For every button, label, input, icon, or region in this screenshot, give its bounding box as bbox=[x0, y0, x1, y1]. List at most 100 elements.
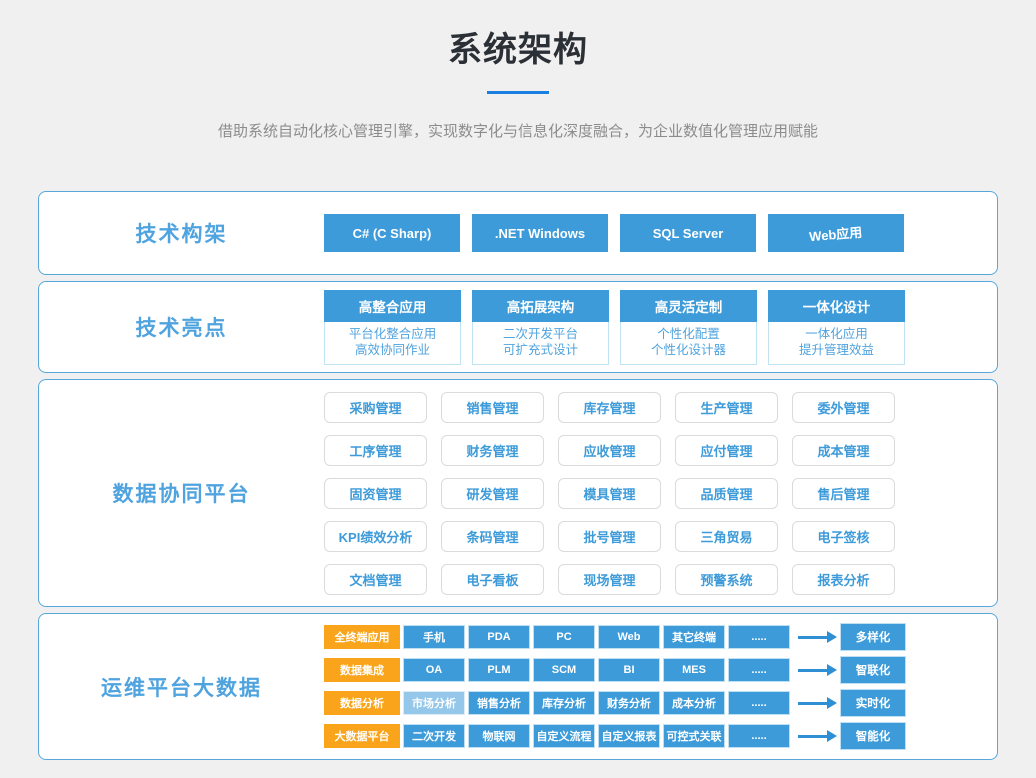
arrow-right-icon bbox=[798, 735, 828, 738]
bigdata-row-tag: 数据集成 bbox=[324, 658, 400, 682]
tech-stack-button-dotnet[interactable]: .NET Windows bbox=[472, 214, 608, 252]
tech-stack-button-sqlserver[interactable]: SQL Server bbox=[620, 214, 756, 252]
module-button[interactable]: 采购管理 bbox=[324, 392, 427, 423]
module-button[interactable]: 委外管理 bbox=[792, 392, 895, 423]
highlight-card-line: 个性化设计器 bbox=[621, 342, 756, 358]
bigdata-chip-ellipsis[interactable]: ..... bbox=[728, 724, 790, 748]
section-tech-stack-label: 技术构架 bbox=[39, 218, 324, 248]
highlight-card-title: 一体化设计 bbox=[768, 290, 905, 322]
module-button[interactable]: 现场管理 bbox=[558, 564, 661, 595]
bigdata-chip-ellipsis[interactable]: ..... bbox=[728, 658, 790, 682]
bigdata-chip[interactable]: 物联网 bbox=[468, 724, 530, 748]
bigdata-chip[interactable]: SCM bbox=[533, 658, 595, 682]
bigdata-chip[interactable]: 市场分析 bbox=[403, 691, 465, 715]
module-button[interactable]: 生产管理 bbox=[675, 392, 778, 423]
module-button[interactable]: 库存管理 bbox=[558, 392, 661, 423]
highlight-card-body: 个性化配置 个性化设计器 bbox=[620, 322, 757, 365]
bigdata-chip[interactable]: BI bbox=[598, 658, 660, 682]
module-button[interactable]: 工序管理 bbox=[324, 435, 427, 466]
bigdata-chip[interactable]: PLM bbox=[468, 658, 530, 682]
module-button[interactable]: 售后管理 bbox=[792, 478, 895, 509]
highlight-card-line: 高效协同作业 bbox=[325, 342, 460, 358]
bigdata-chip[interactable]: 可控式关联 bbox=[663, 724, 725, 748]
module-button[interactable]: 应付管理 bbox=[675, 435, 778, 466]
module-button[interactable]: 品质管理 bbox=[675, 478, 778, 509]
arrow-right-icon bbox=[798, 702, 828, 705]
highlight-card: 高拓展架构 二次开发平台 可扩充式设计 bbox=[472, 290, 609, 365]
highlight-card-title: 高拓展架构 bbox=[472, 290, 609, 322]
bigdata-chip[interactable]: PC bbox=[533, 625, 595, 649]
bigdata-rows: 全终端应用 手机 PDA PC Web 其它终端 ..... 多样化 数据集成 … bbox=[324, 623, 906, 750]
module-button[interactable]: 研发管理 bbox=[441, 478, 544, 509]
title-underline bbox=[487, 91, 549, 94]
highlight-card: 高灵活定制 个性化配置 个性化设计器 bbox=[620, 290, 757, 365]
bigdata-chip[interactable]: 二次开发 bbox=[403, 724, 465, 748]
arrow-right-icon bbox=[798, 636, 828, 639]
bigdata-row-integration: 数据集成 OA PLM SCM BI MES ..... 智联化 bbox=[324, 656, 906, 684]
module-button[interactable]: 应收管理 bbox=[558, 435, 661, 466]
bigdata-row-platform: 大数据平台 二次开发 物联网 自定义流程 自定义报表 可控式关联 ..... 智… bbox=[324, 722, 906, 750]
highlight-card-line: 可扩充式设计 bbox=[473, 342, 608, 358]
bigdata-chip[interactable]: 成本分析 bbox=[663, 691, 725, 715]
module-button[interactable]: 成本管理 bbox=[792, 435, 895, 466]
bigdata-row-terminals: 全终端应用 手机 PDA PC Web 其它终端 ..... 多样化 bbox=[324, 623, 906, 651]
bigdata-result-chip: 智联化 bbox=[840, 656, 906, 684]
page-subtitle: 借助系统自动化核心管理引擎，实现数字化与信息化深度融合，为企业数值化管理应用赋能 bbox=[0, 120, 1036, 141]
bigdata-chip[interactable]: 自定义报表 bbox=[598, 724, 660, 748]
highlight-card: 高整合应用 平台化整合应用 高效协同作业 bbox=[324, 290, 461, 365]
module-button[interactable]: 电子签核 bbox=[792, 521, 895, 552]
module-button[interactable]: 文档管理 bbox=[324, 564, 427, 595]
highlight-card-line: 提升管理效益 bbox=[769, 342, 904, 358]
bigdata-row-tag: 全终端应用 bbox=[324, 625, 400, 649]
bigdata-chip-ellipsis[interactable]: ..... bbox=[728, 691, 790, 715]
bigdata-row-tag: 大数据平台 bbox=[324, 724, 400, 748]
highlight-card-line: 平台化整合应用 bbox=[325, 326, 460, 342]
bigdata-chip[interactable]: MES bbox=[663, 658, 725, 682]
tech-stack-button-csharp[interactable]: C# (C Sharp) bbox=[324, 214, 460, 252]
highlight-cards-row: 高整合应用 平台化整合应用 高效协同作业 高拓展架构 二次开发平台 可扩充式设计… bbox=[324, 290, 905, 365]
tech-stack-row: C# (C Sharp) .NET Windows SQL Server Web… bbox=[324, 214, 904, 252]
module-button[interactable]: 电子看板 bbox=[441, 564, 544, 595]
highlight-card-body: 二次开发平台 可扩充式设计 bbox=[472, 322, 609, 365]
module-button[interactable]: 批号管理 bbox=[558, 521, 661, 552]
bigdata-chip-ellipsis[interactable]: ..... bbox=[728, 625, 790, 649]
bigdata-result-chip: 实时化 bbox=[840, 689, 906, 717]
module-button[interactable]: 固资管理 bbox=[324, 478, 427, 509]
module-button[interactable]: 财务管理 bbox=[441, 435, 544, 466]
section-bigdata: 运维平台大数据 全终端应用 手机 PDA PC Web 其它终端 ..... 多… bbox=[38, 613, 998, 760]
highlight-card-body: 平台化整合应用 高效协同作业 bbox=[324, 322, 461, 365]
section-highlights: 技术亮点 高整合应用 平台化整合应用 高效协同作业 高拓展架构 二次开发平台 可… bbox=[38, 281, 998, 373]
bigdata-chip[interactable]: 销售分析 bbox=[468, 691, 530, 715]
module-button[interactable]: KPI绩效分析 bbox=[324, 521, 427, 552]
section-platform-label: 数据协同平台 bbox=[39, 478, 324, 508]
highlight-card: 一体化设计 一体化应用 提升管理效益 bbox=[768, 290, 905, 365]
module-button[interactable]: 条码管理 bbox=[441, 521, 544, 552]
bigdata-chip[interactable]: Web bbox=[598, 625, 660, 649]
highlight-card-body: 一体化应用 提升管理效益 bbox=[768, 322, 905, 365]
highlight-card-title: 高整合应用 bbox=[324, 290, 461, 322]
bigdata-chip[interactable]: 手机 bbox=[403, 625, 465, 649]
tech-stack-button-label: .NET Windows bbox=[495, 226, 585, 241]
bigdata-result-chip: 多样化 bbox=[840, 623, 906, 651]
sections-container: 技术构架 C# (C Sharp) .NET Windows SQL Serve… bbox=[38, 191, 998, 760]
bigdata-chip[interactable]: 库存分析 bbox=[533, 691, 595, 715]
module-button[interactable]: 三角贸易 bbox=[675, 521, 778, 552]
section-tech-stack: 技术构架 C# (C Sharp) .NET Windows SQL Serve… bbox=[38, 191, 998, 275]
bigdata-row-tag: 数据分析 bbox=[324, 691, 400, 715]
bigdata-chip[interactable]: PDA bbox=[468, 625, 530, 649]
tech-stack-button-web[interactable]: Web应用 bbox=[768, 214, 904, 252]
highlight-card-line: 个性化配置 bbox=[621, 326, 756, 342]
bigdata-chip[interactable]: 财务分析 bbox=[598, 691, 660, 715]
tech-stack-button-label: Web应用 bbox=[809, 221, 864, 245]
bigdata-chip[interactable]: 自定义流程 bbox=[533, 724, 595, 748]
bigdata-chip[interactable]: 其它终端 bbox=[663, 625, 725, 649]
module-button[interactable]: 预警系统 bbox=[675, 564, 778, 595]
bigdata-row-analysis: 数据分析 市场分析 销售分析 库存分析 财务分析 成本分析 ..... 实时化 bbox=[324, 689, 906, 717]
bigdata-result-chip: 智能化 bbox=[840, 722, 906, 750]
module-button[interactable]: 模具管理 bbox=[558, 478, 661, 509]
section-highlights-label: 技术亮点 bbox=[39, 312, 324, 342]
module-button[interactable]: 销售管理 bbox=[441, 392, 544, 423]
bigdata-chip[interactable]: OA bbox=[403, 658, 465, 682]
module-button[interactable]: 报表分析 bbox=[792, 564, 895, 595]
modules-grid: 采购管理 销售管理 库存管理 生产管理 委外管理 工序管理 财务管理 应收管理 … bbox=[324, 392, 895, 595]
